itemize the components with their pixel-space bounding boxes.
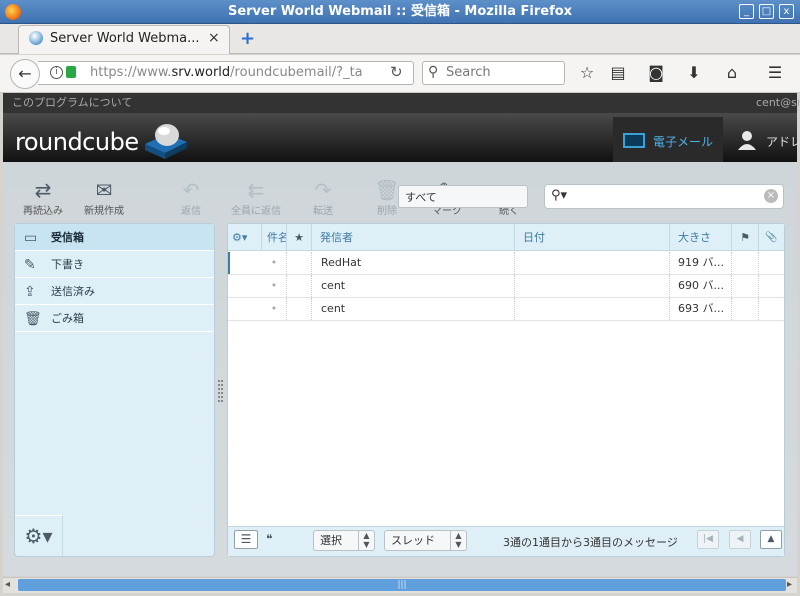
row-size: 693 バ... [670, 298, 732, 320]
hamburger-menu-icon[interactable]: ☰ [765, 63, 785, 82]
pencil-icon: ✎ [24, 257, 36, 273]
compose-envelope-icon: ✉ [95, 178, 113, 202]
envelope-icon [623, 133, 645, 148]
logo-text: roundcube [15, 128, 139, 156]
favicon-icon [29, 31, 43, 45]
compose-button[interactable]: ✉ 新規作成 [74, 178, 134, 217]
row-from: RedHat [312, 252, 515, 274]
flag-cell[interactable] [287, 252, 312, 274]
unread-dot-icon: • [262, 252, 287, 274]
reload-button[interactable]: ⇄ 再読込み [13, 178, 73, 217]
row-date [515, 298, 670, 320]
row-from: cent [312, 298, 515, 320]
list-options-gear-icon[interactable]: ⚙▾ [228, 224, 262, 251]
flag-cell[interactable] [287, 298, 312, 320]
info-icon[interactable]: i [50, 66, 63, 79]
reload-icon[interactable]: ↻ [390, 63, 403, 81]
forward-button[interactable]: ↷ 転送 [293, 178, 353, 217]
scroll-left-icon[interactable]: ◂ [5, 579, 10, 590]
person-icon [738, 131, 756, 150]
folder-drafts[interactable]: ✎ 下書き [15, 251, 214, 278]
unread-dot-icon: • [262, 298, 287, 320]
download-icon[interactable]: ⬇ [684, 63, 704, 82]
home-icon[interactable]: ⌂ [722, 63, 742, 82]
quick-search-input[interactable] [544, 184, 784, 209]
pane-splitter[interactable] [218, 380, 223, 402]
search-icon: ⚲ [428, 64, 439, 80]
threads-menu[interactable]: スレッド ▲ ▼ [384, 530, 467, 551]
close-window-button[interactable]: x [779, 4, 794, 19]
flagged-icon[interactable]: ⚑ [732, 224, 759, 251]
row-from: cent [312, 275, 515, 297]
bookmark-star-icon[interactable]: ☆ [577, 63, 597, 82]
forward-icon: ↷ [314, 178, 332, 202]
message-count: 3通の1通目から3通目のメッセージ [503, 536, 678, 549]
folder-settings-gear-icon[interactable]: ⚙▾ [15, 515, 63, 556]
row-size: 919 バ... [670, 252, 732, 274]
folder-inbox[interactable]: ▭ 受信箱 [15, 224, 214, 251]
column-subject[interactable]: 件名 [262, 224, 287, 251]
filter-value: すべて [405, 191, 437, 204]
url-text[interactable]: https://www.srv.world/roundcubemail/?_ta [90, 65, 380, 80]
table-row[interactable]: • cent 693 バ... [228, 298, 784, 321]
tab-close-button[interactable]: × [208, 30, 220, 46]
window-title: Server World Webmail :: 受信箱 - Mozilla Fi… [0, 0, 800, 24]
column-date[interactable]: 日付 [515, 224, 670, 251]
back-button[interactable]: ← [10, 59, 40, 89]
column-from[interactable]: 発信者 [312, 224, 515, 251]
refresh-arrows-icon: ⇄ [34, 178, 52, 202]
reply-icon: ↶ [182, 178, 200, 202]
list-mode-icon[interactable]: ☰ [234, 530, 258, 549]
pocket-icon[interactable]: ◙ [646, 63, 666, 82]
reader-list-icon[interactable]: ▤ [608, 63, 628, 82]
clear-search-icon[interactable]: × [764, 189, 778, 203]
row-size: 690 バ... [670, 275, 732, 297]
reply-button[interactable]: ↶ 返信 [161, 178, 221, 217]
row-flagged[interactable] [732, 252, 759, 274]
username: cent@sr [756, 96, 800, 109]
column-size[interactable]: 大きさ [670, 224, 732, 251]
reply-all-button[interactable]: ⇇ 全員に返信 [226, 178, 286, 217]
search-options-icon[interactable]: ⚲▾ [551, 188, 567, 203]
maximize-button[interactable]: □ [759, 4, 774, 19]
row-date [515, 275, 670, 297]
nav-mail-label[interactable]: 電子メール [653, 133, 713, 150]
scroll-right-icon[interactable]: ▸ [787, 579, 792, 590]
flag-star-icon[interactable]: ★ [287, 224, 312, 251]
updown-icon: ▲ ▼ [450, 531, 466, 550]
first-page-icon[interactable]: |◀ [697, 530, 719, 549]
folder-trash[interactable]: 🗑 ごみ箱 [15, 305, 214, 332]
new-tab-button[interactable]: + [240, 28, 255, 49]
flag-cell[interactable] [287, 275, 312, 297]
row-flagged[interactable] [732, 298, 759, 320]
threads-mode-icon[interactable]: ❝ [266, 532, 272, 546]
nav-addressbook-label[interactable]: アドレ [766, 133, 800, 150]
scrollbar-thumb[interactable]: ||| [18, 579, 786, 591]
about-link[interactable]: このプログラムについて [12, 93, 132, 113]
toggle-preview-icon[interactable]: ▲ [760, 530, 782, 549]
updown-icon: ▲ ▼ [358, 531, 374, 550]
table-row[interactable]: • cent 690 バ... [228, 275, 784, 298]
inbox-icon: ▭ [24, 230, 38, 246]
sent-icon: ⇪ [24, 284, 36, 300]
search-input[interactable] [422, 61, 565, 85]
search-placeholder: Search [446, 65, 491, 80]
firefox-logo-icon [5, 4, 21, 20]
table-row[interactable]: • RedHat 919 バ... [228, 252, 784, 275]
row-date [515, 252, 670, 274]
unread-dot-icon: • [262, 275, 287, 297]
top-line: このプログラムについて cent@sr [3, 93, 800, 113]
minimize-button[interactable]: _ [739, 4, 754, 19]
row-flagged[interactable] [732, 275, 759, 297]
tab-title: Server World Webma... [50, 31, 200, 46]
previous-page-icon[interactable]: ◀ [729, 530, 751, 549]
back-icon: ← [18, 64, 32, 83]
reply-all-icon: ⇇ [247, 178, 265, 202]
select-menu[interactable]: 選択 ▲ ▼ [313, 530, 375, 551]
attachment-icon[interactable]: 📎 [759, 224, 784, 251]
trash-icon: 🗑 [24, 311, 42, 327]
folder-sent[interactable]: ⇪ 送信済み [15, 278, 214, 305]
lock-icon [66, 66, 76, 78]
roundcube-logo-icon [145, 124, 187, 159]
